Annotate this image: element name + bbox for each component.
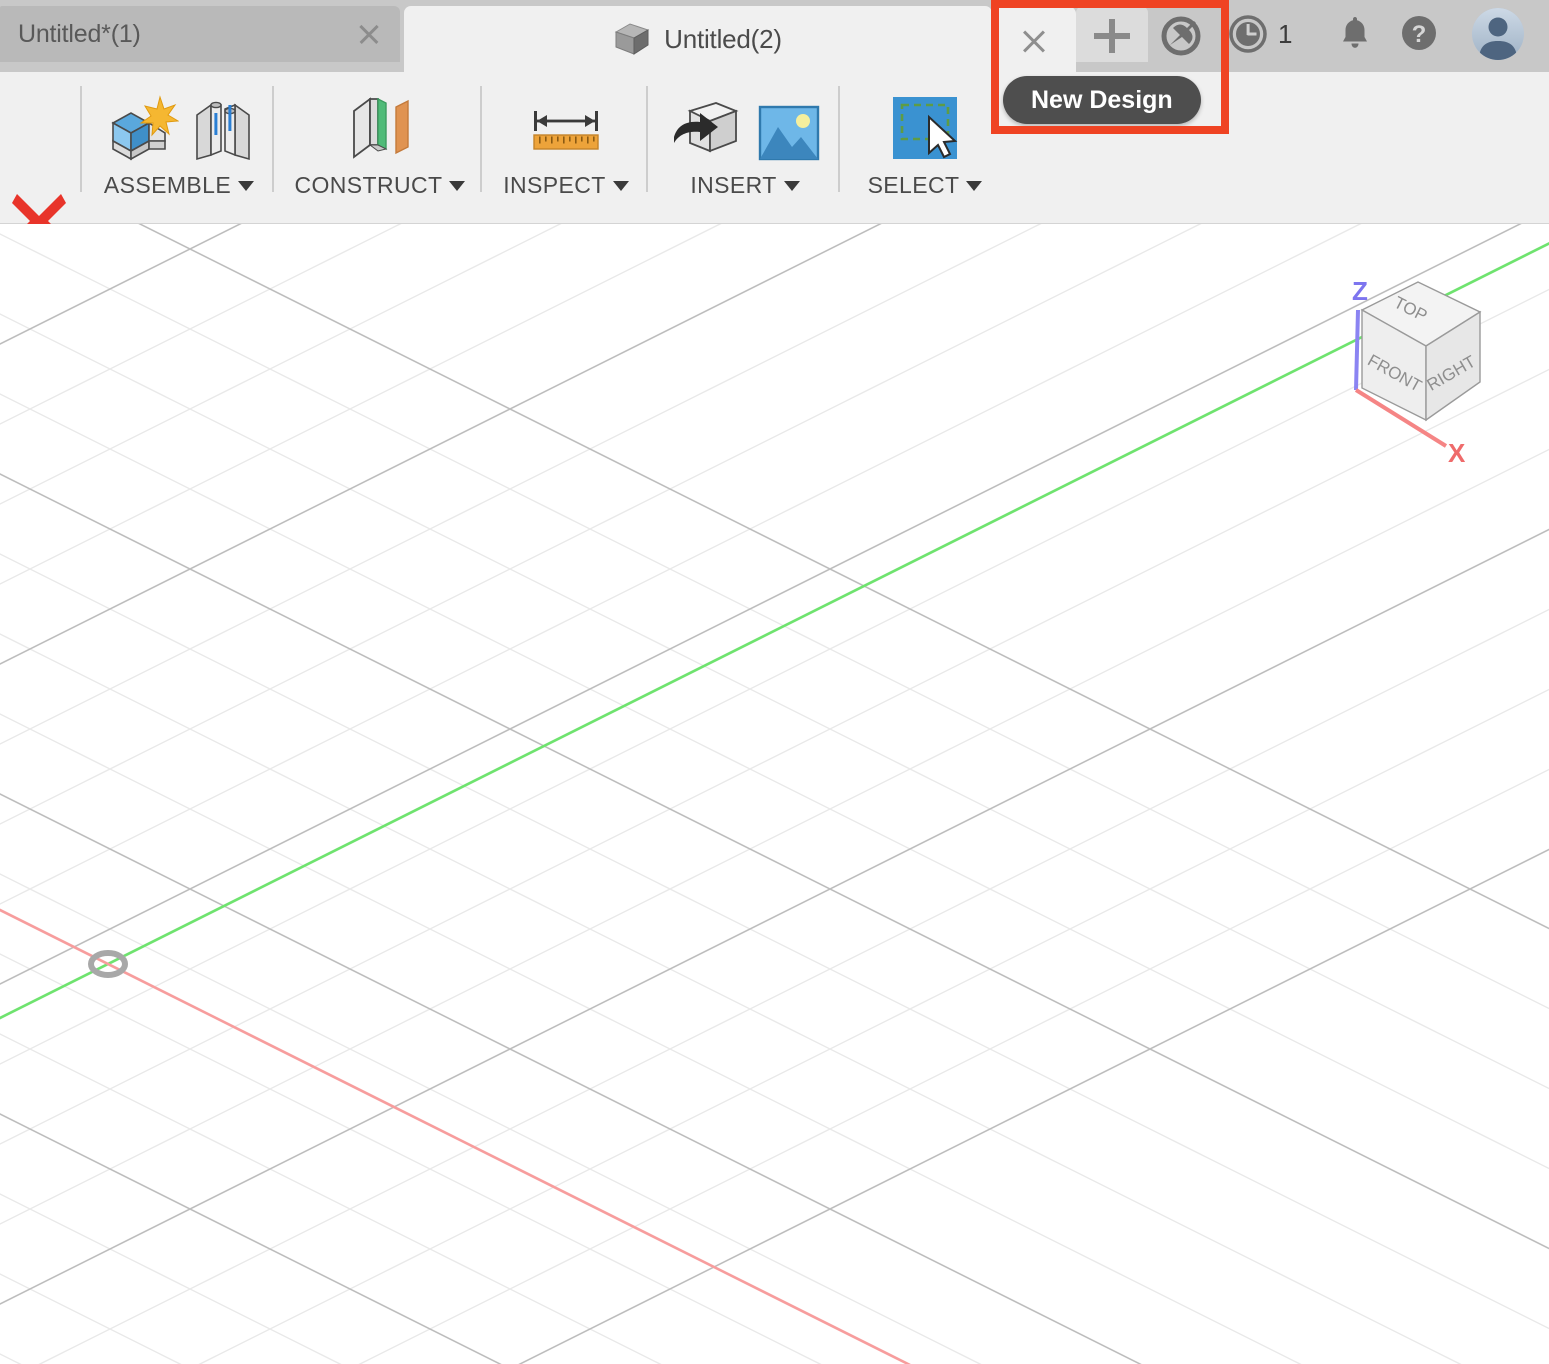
toolbar-separator bbox=[838, 86, 840, 192]
chevron-down-icon bbox=[613, 181, 629, 191]
tab-untitled-2-label: Untitled(2) bbox=[664, 24, 782, 55]
close-icon[interactable] bbox=[352, 17, 386, 51]
svg-text:?: ? bbox=[1412, 21, 1427, 48]
clock-icon bbox=[1226, 12, 1270, 56]
tooltip-label: New Design bbox=[1031, 86, 1173, 115]
inspect-icons bbox=[523, 72, 609, 170]
insert-label: INSERT bbox=[690, 172, 776, 199]
cube-icon bbox=[614, 22, 650, 56]
plug-icon bbox=[1161, 16, 1201, 56]
tab-untitled-1-label: Untitled*(1) bbox=[18, 20, 352, 49]
toolbar-separator bbox=[480, 86, 482, 192]
job-count-label: 1 bbox=[1278, 19, 1292, 50]
tab-bar: Untitled*(1) Untitled(2) bbox=[0, 0, 1549, 72]
construct-icons bbox=[342, 72, 418, 170]
insert-dropdown[interactable]: INSERT bbox=[690, 172, 799, 199]
new-component-icon[interactable] bbox=[103, 93, 179, 170]
close-tab-button[interactable] bbox=[992, 6, 1076, 72]
chevron-down-icon bbox=[238, 181, 254, 191]
avatar[interactable] bbox=[1472, 8, 1524, 60]
chevron-down-icon bbox=[784, 181, 800, 191]
tab-untitled-2[interactable]: Untitled(2) bbox=[404, 6, 992, 72]
close-icon bbox=[1017, 24, 1051, 58]
insert-derive-icon[interactable] bbox=[668, 93, 744, 170]
tab-untitled-1[interactable]: Untitled*(1) bbox=[0, 6, 400, 62]
insert-icons bbox=[668, 72, 822, 170]
insert-canvas-icon[interactable] bbox=[756, 99, 822, 170]
x-axis-label: X bbox=[1448, 438, 1466, 468]
plus-icon bbox=[1094, 20, 1130, 52]
toolbar-group-select: SELECT bbox=[854, 72, 996, 224]
z-axis-label: Z bbox=[1352, 276, 1368, 306]
notifications-button[interactable] bbox=[1332, 10, 1378, 56]
toolbar-separator bbox=[272, 86, 274, 192]
plugin-button[interactable] bbox=[1148, 6, 1214, 62]
avatar-icon bbox=[1472, 8, 1524, 60]
help-button[interactable]: ? bbox=[1396, 10, 1442, 56]
new-design-button[interactable] bbox=[1076, 6, 1148, 62]
ribbon-toolbar: ASSEMBLE CONSTRUCT bbox=[0, 72, 1549, 224]
select-window-icon[interactable] bbox=[885, 91, 965, 170]
inspect-label: INSPECT bbox=[503, 172, 605, 199]
select-dropdown[interactable]: SELECT bbox=[868, 172, 983, 199]
viewport-grid bbox=[0, 224, 1549, 1364]
joint-icon[interactable] bbox=[191, 93, 255, 170]
inspect-dropdown[interactable]: INSPECT bbox=[503, 172, 628, 199]
view-cube[interactable]: Z X TOP FRONT RIGHT bbox=[1330, 270, 1530, 470]
assemble-label: ASSEMBLE bbox=[104, 172, 231, 199]
chevron-down-icon bbox=[966, 181, 982, 191]
question-mark-icon: ? bbox=[1396, 10, 1442, 56]
toolbar-group-construct: CONSTRUCT bbox=[290, 72, 470, 224]
toolbar-group-assemble: ASSEMBLE bbox=[96, 72, 262, 224]
job-status-button[interactable]: 1 bbox=[1226, 8, 1292, 60]
fusion-app-window: Untitled*(1) Untitled(2) bbox=[0, 0, 1549, 1364]
construct-dropdown[interactable]: CONSTRUCT bbox=[295, 172, 466, 199]
chevron-down-icon bbox=[449, 181, 465, 191]
toolbar-group-inspect: INSPECT bbox=[496, 72, 636, 224]
bell-icon bbox=[1332, 10, 1378, 56]
3d-viewport[interactable] bbox=[0, 224, 1549, 1364]
z-axis-indicator bbox=[1356, 310, 1358, 390]
construct-label: CONSTRUCT bbox=[295, 172, 443, 199]
toolbar-separator bbox=[646, 86, 648, 192]
tooltip-new-design: New Design bbox=[1003, 76, 1201, 124]
toolbar-group-insert: INSERT bbox=[662, 72, 828, 224]
assemble-dropdown[interactable]: ASSEMBLE bbox=[104, 172, 254, 199]
toolbar-separator bbox=[80, 86, 82, 192]
select-label: SELECT bbox=[868, 172, 960, 199]
select-icons bbox=[885, 72, 965, 170]
offset-plane-icon[interactable] bbox=[342, 93, 418, 170]
measure-icon[interactable] bbox=[523, 93, 609, 170]
assemble-icons bbox=[103, 72, 255, 170]
